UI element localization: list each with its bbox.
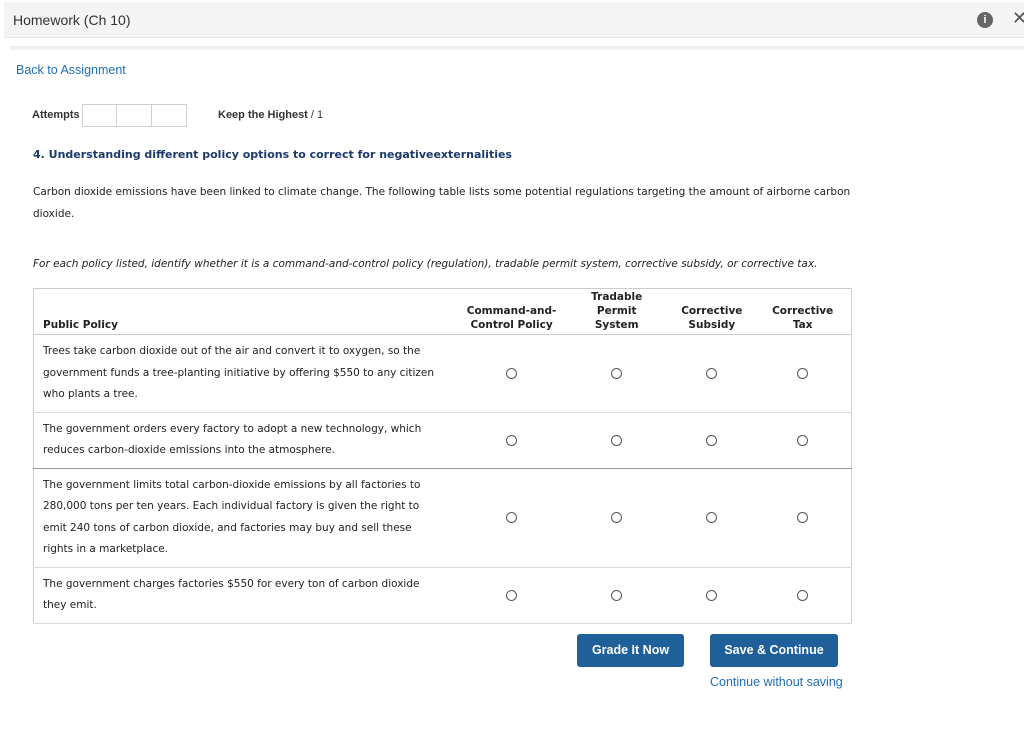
keep-highest-label: Keep the Highest / 1 <box>218 109 323 121</box>
radio-tradable-permit[interactable] <box>611 367 623 379</box>
keep-highest-text: Keep the Highest <box>218 109 308 121</box>
radio-tradable-permit[interactable] <box>611 589 623 601</box>
table-row: Trees take carbon dioxide out of the air… <box>33 334 852 413</box>
attempts-label: Attempts <box>32 109 80 121</box>
attempts-total: / 1 <box>310 109 324 121</box>
policy-text: The government limits total carbon-dioxi… <box>33 468 460 568</box>
attempt-box <box>152 104 187 127</box>
header-corrective-tax-label: Corrective Tax <box>772 305 834 331</box>
question-title: 4. Understanding different policy option… <box>33 148 512 161</box>
radio-tradable-permit[interactable] <box>611 512 623 523</box>
attempt-box <box>82 104 117 127</box>
radio-corrective-tax[interactable] <box>797 434 809 446</box>
radio-corrective-tax[interactable] <box>797 512 809 523</box>
policy-text: The government charges factories $550 fo… <box>33 567 460 624</box>
policy-table: Public Policy Command-and-Control Policy… <box>33 288 852 624</box>
policy-text: The government orders every factory to a… <box>33 412 460 469</box>
continue-without-saving-link[interactable]: Continue without saving <box>710 675 843 689</box>
top-bar: Homework (Ch 10) i ✕ <box>4 2 1024 38</box>
radio-corrective-tax[interactable] <box>797 367 809 379</box>
attempt-indicators <box>82 104 187 127</box>
header-corrective-subsidy-label: Corrective Subsidy <box>681 305 743 331</box>
radio-corrective-subsidy[interactable] <box>706 367 718 379</box>
table-row: The government charges factories $550 fo… <box>33 567 852 624</box>
header-command-and-control: Command-and-Control Policy <box>459 288 565 335</box>
assignment-title: Homework (Ch 10) <box>13 12 131 28</box>
info-icon[interactable]: i <box>977 12 993 28</box>
grade-it-now-button[interactable]: Grade It Now <box>577 634 684 667</box>
question-instruction: For each policy listed, identify whether… <box>33 258 818 270</box>
policy-text: Trees take carbon dioxide out of the air… <box>33 334 460 413</box>
radio-command-and-control[interactable] <box>506 512 518 523</box>
close-icon[interactable]: ✕ <box>1012 8 1024 30</box>
header-divider <box>10 46 1024 50</box>
table-row: The government orders every factory to a… <box>33 412 852 469</box>
table-row: The government limits total carbon-dioxi… <box>33 468 852 568</box>
radio-command-and-control[interactable] <box>506 589 518 601</box>
radio-corrective-subsidy[interactable] <box>706 434 718 446</box>
radio-corrective-tax[interactable] <box>797 589 809 601</box>
radio-tradable-permit[interactable] <box>611 434 623 446</box>
header-tradable-permit-label: Tradable Permit System <box>591 291 643 331</box>
header-tradable-permit: Tradable Permit System <box>564 288 670 335</box>
attempt-box <box>117 104 152 127</box>
radio-command-and-control[interactable] <box>506 367 518 379</box>
header-public-policy: Public Policy <box>33 288 460 335</box>
header-command-and-control-label: Command-and-Control Policy <box>466 305 557 331</box>
table-header-row: Public Policy Command-and-Control Policy… <box>33 288 852 335</box>
header-corrective-subsidy: Corrective Subsidy <box>669 288 755 335</box>
header-corrective-tax: Corrective Tax <box>754 288 852 335</box>
save-and-continue-button[interactable]: Save & Continue <box>710 634 838 667</box>
radio-corrective-subsidy[interactable] <box>706 589 718 601</box>
radio-corrective-subsidy[interactable] <box>706 512 718 523</box>
radio-command-and-control[interactable] <box>506 434 518 446</box>
back-to-assignment-link[interactable]: Back to Assignment <box>16 63 126 77</box>
question-intro: Carbon dioxide emissions have been linke… <box>33 186 851 220</box>
